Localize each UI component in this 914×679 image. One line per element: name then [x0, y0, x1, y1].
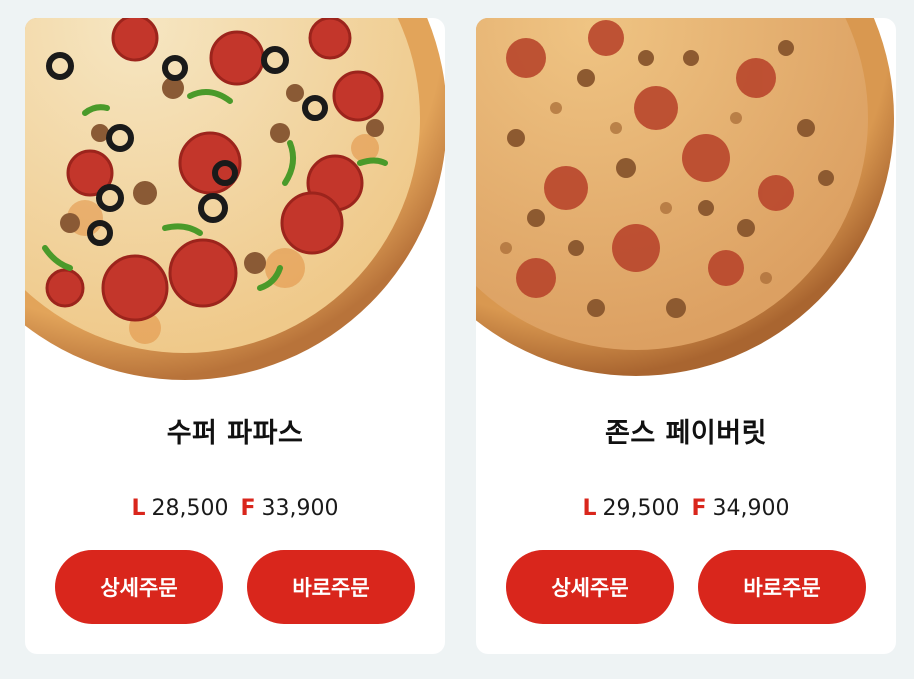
product-grid: 수퍼 파파스 L 28,500 F 33,900 상세주문 바로주문 존스 페이… [0, 0, 914, 679]
pizza-image-johns-favorite[interactable] [476, 18, 896, 398]
size-f-label: F [691, 496, 707, 521]
product-name[interactable]: 존스 페이버릿 [476, 411, 896, 450]
price-l: 29,500 [602, 496, 680, 521]
product-card: 존스 페이버릿 L 29,500 F 34,900 상세주문 바로주문 [476, 18, 896, 654]
price-f: 34,900 [712, 496, 790, 521]
quick-order-button[interactable]: 바로주문 [247, 550, 415, 624]
detail-order-button[interactable]: 상세주문 [506, 550, 674, 624]
pizza-image-super-papas[interactable] [25, 18, 445, 398]
product-name[interactable]: 수퍼 파파스 [25, 411, 445, 450]
size-l-label: L [131, 496, 146, 521]
price-row: L 29,500 F 34,900 [476, 496, 896, 521]
price-f: 33,900 [261, 496, 339, 521]
detail-order-button[interactable]: 상세주문 [55, 550, 223, 624]
quick-order-button[interactable]: 바로주문 [698, 550, 866, 624]
price-l: 28,500 [151, 496, 229, 521]
size-f-label: F [240, 496, 256, 521]
product-card: 수퍼 파파스 L 28,500 F 33,900 상세주문 바로주문 [25, 18, 445, 654]
size-l-label: L [582, 496, 597, 521]
price-row: L 28,500 F 33,900 [25, 496, 445, 521]
